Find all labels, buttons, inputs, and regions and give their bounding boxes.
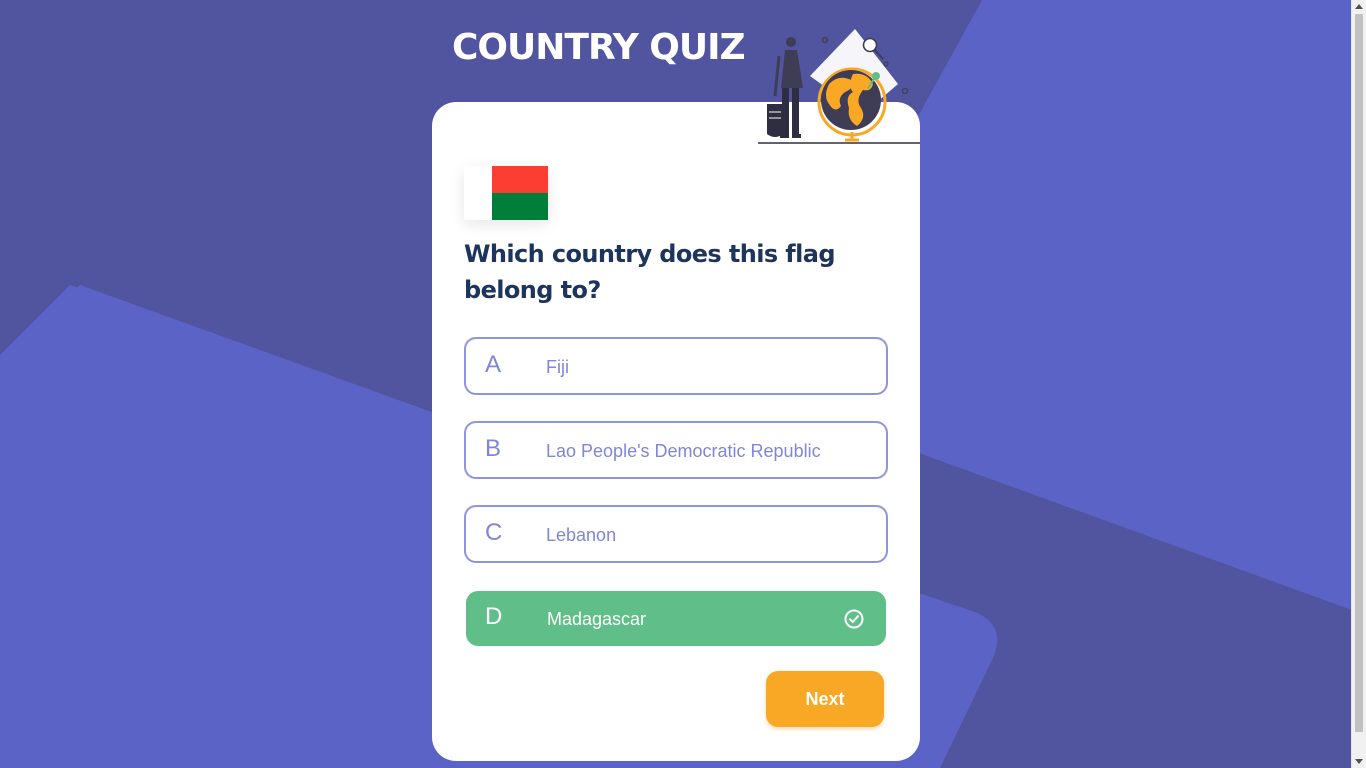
traveler-globe-illustration <box>758 29 920 144</box>
option-label: Madagascar <box>547 609 647 629</box>
check-circle-icon <box>844 609 864 629</box>
option-c-button[interactable]: C Lebanon <box>464 505 888 563</box>
option-b-button[interactable]: B Lao People's Democratic Republic <box>464 421 888 479</box>
option-label: Lao People's Democratic Republic <box>546 441 821 461</box>
option-letter: C <box>485 519 503 546</box>
madagascar-flag-image <box>464 166 548 220</box>
option-label: Fiji <box>546 357 569 377</box>
option-letter: D <box>485 603 503 630</box>
option-label: Lebanon <box>546 525 617 545</box>
question-text: Which country does this flag belong to? <box>464 240 836 304</box>
vertical-scrollbar[interactable] <box>1351 0 1366 768</box>
next-button[interactable]: Next <box>766 671 884 727</box>
option-letter: B <box>485 435 502 462</box>
scrollbar-thumb[interactable] <box>1355 14 1363 732</box>
option-a-button[interactable]: A Fiji <box>464 337 888 395</box>
scroll-up-arrow-icon[interactable] <box>1355 4 1363 9</box>
scroll-down-arrow-icon[interactable] <box>1355 759 1363 764</box>
option-letter: A <box>485 351 502 378</box>
app-title: COUNTRY QUIZ <box>452 27 746 68</box>
option-d-button-correct[interactable]: D Madagascar <box>466 591 886 646</box>
